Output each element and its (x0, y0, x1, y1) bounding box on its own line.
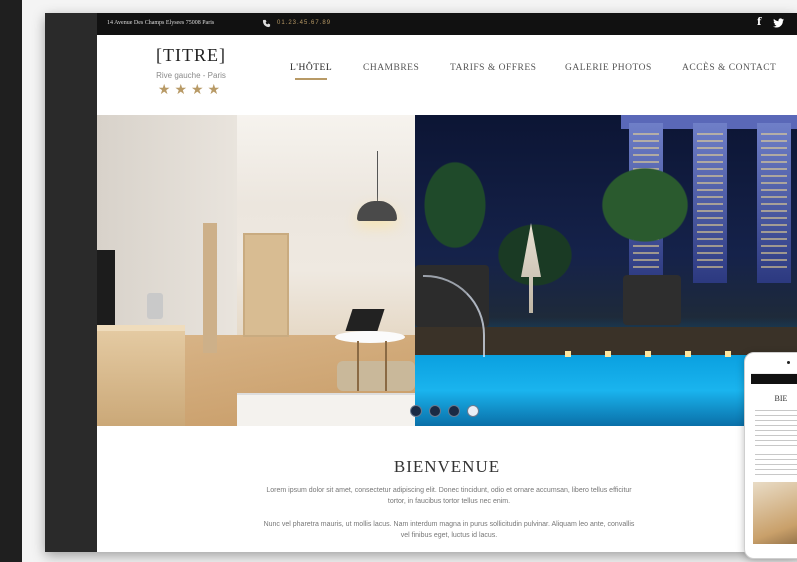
nav-item-acces-contact[interactable]: ACCÈS & CONTACT (682, 63, 776, 73)
nav-item-galerie-photos[interactable]: GALERIE PHOTOS (565, 63, 652, 73)
address-text: 14 Avenue Des Champs Elysees 75008 Paris (107, 20, 215, 26)
phone-icon (262, 19, 271, 28)
facebook-icon[interactable]: f (757, 17, 761, 28)
hotel-website: 14 Avenue Des Champs Elysees 75008 Paris… (97, 13, 797, 552)
background-dark-panel (0, 0, 22, 562)
hero-slider[interactable] (97, 115, 797, 426)
mobile-room-photo (753, 482, 797, 544)
phone-number-link[interactable]: 01.23.45.67.89 (277, 20, 331, 26)
mobile-preview-screen: BIE (751, 373, 797, 554)
nav-item-chambres[interactable]: CHAMBRES (363, 63, 419, 73)
nav-item-tarifs-offres[interactable]: TARIFS & OFFRES (450, 63, 536, 73)
phone-speaker (787, 361, 790, 364)
slider-dot-4[interactable] (467, 405, 479, 417)
mobile-welcome-heading: BIE (774, 394, 788, 403)
site-header: [TITRE] Rive gauche - Paris ★★★★ L'HÔTEL… (97, 35, 797, 115)
welcome-paragraph-2: Nunc vel pharetra mauris, ut mollis lacu… (263, 521, 635, 539)
main-nav: L'HÔTEL CHAMBRES TARIFS & OFFRES GALERIE… (97, 63, 797, 83)
slider-dot-3[interactable] (448, 405, 460, 417)
pool-night-photo (415, 115, 797, 426)
top-info-bar: 14 Avenue Des Champs Elysees 75008 Paris… (97, 13, 797, 35)
star-rating: ★★★★ (157, 82, 225, 98)
nav-item-hotel[interactable]: L'HÔTEL (290, 63, 332, 73)
slider-dot-1[interactable] (410, 405, 422, 417)
slider-dot-2[interactable] (429, 405, 441, 417)
mobile-preview-device: BIE (744, 352, 797, 559)
hotel-room-photo (97, 115, 415, 426)
active-nav-underline (295, 78, 327, 80)
twitter-icon[interactable] (773, 18, 784, 28)
welcome-heading: BIENVENUE (393, 457, 501, 476)
welcome-paragraph-1: Lorem ipsum dolor sit amet, consectetur … (266, 487, 632, 505)
mockup-left-strip (45, 13, 97, 552)
